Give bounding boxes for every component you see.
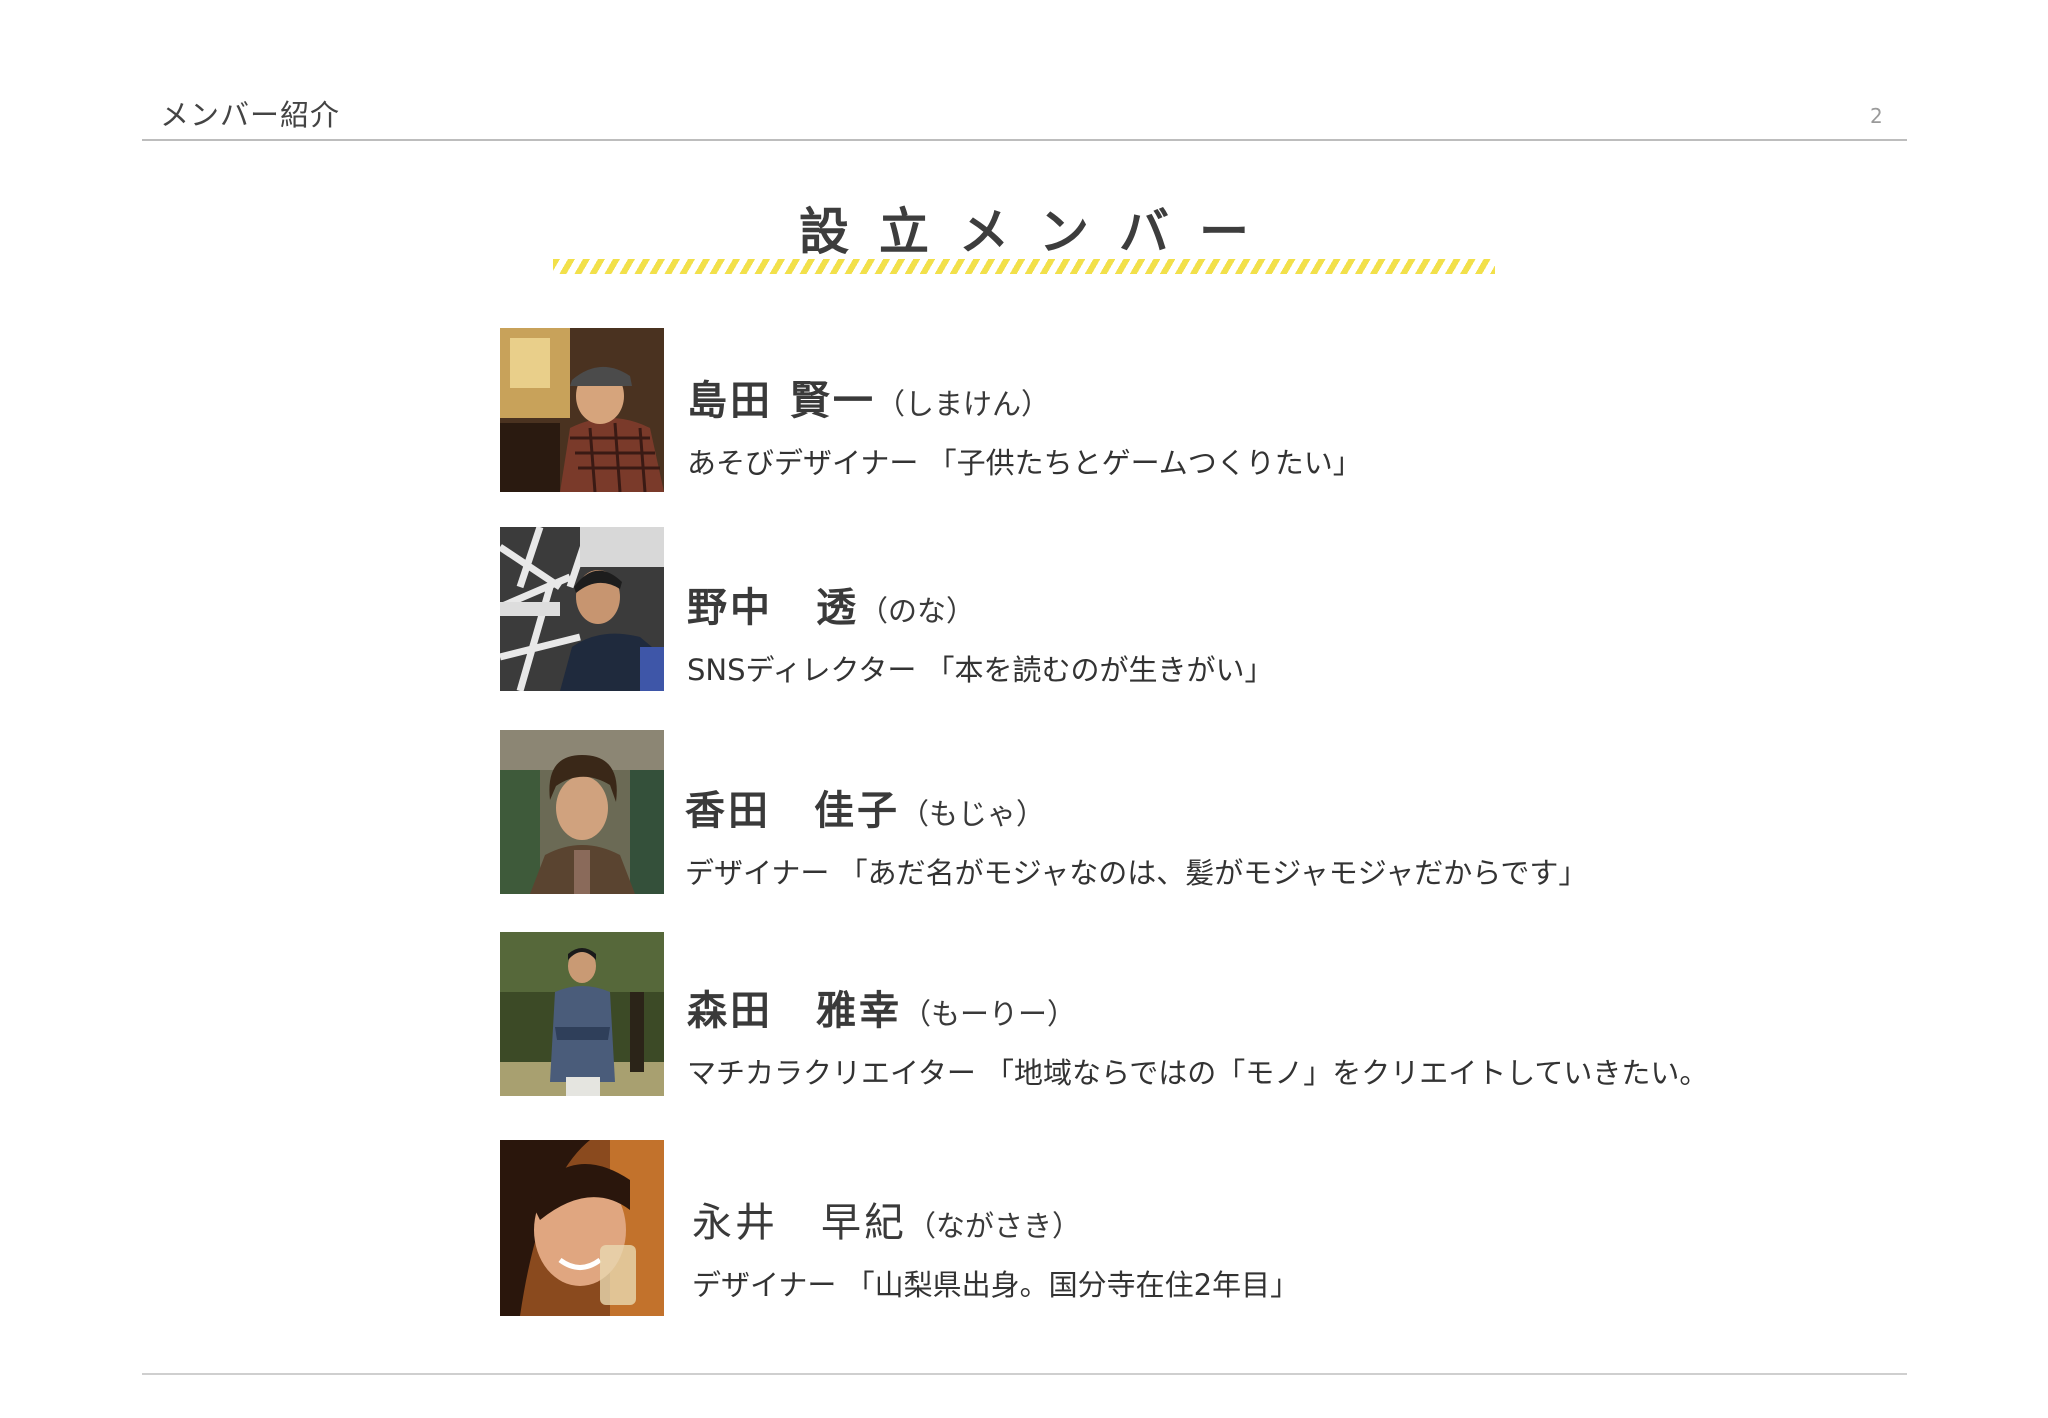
member-name-line: 野中 透（のな） [687, 575, 975, 633]
member-description: デザイナー 「山梨県出身。国分寺在住2年目」 [692, 1268, 1300, 1302]
member-name: 野中 透 [687, 585, 859, 631]
member-name: 島田 賢一 [687, 378, 876, 424]
header-title: メンバー紹介 [160, 98, 341, 132]
member-description: マチカラクリエイター 「地域ならではの「モノ」をクリエイトしていきたい。 [687, 1056, 1709, 1090]
member-kana: （もじゃ） [900, 797, 1046, 831]
member-name-line: 島田 賢一（しまけん） [687, 368, 1050, 426]
member-photo-koda [500, 730, 664, 894]
member-kana: （しまけん） [875, 387, 1050, 421]
member-description: あそびデザイナー 「子供たちとゲームつくりたい」 [687, 446, 1362, 480]
member-name: 森田 雅幸 [687, 988, 902, 1034]
member-name-line: 森田 雅幸（もーりー） [687, 978, 1076, 1036]
member-kana: （のな） [859, 594, 976, 628]
title-underline-stripe [553, 259, 1495, 274]
member-kana: （ながさき） [907, 1209, 1082, 1243]
header-divider [142, 139, 1907, 141]
member-kana: （もーりー） [902, 997, 1077, 1031]
footer-divider [142, 1373, 1907, 1375]
member-name-line: 香田 佳子（もじゃ） [685, 778, 1045, 836]
section-title: 設立メンバー [799, 203, 1279, 261]
member-photo-nagai [500, 1140, 664, 1316]
page-number: 2 [1870, 104, 1883, 128]
slide-page: メンバー紹介 2 設立メンバー 島田 賢一（しまけん） あそびデザイナー 「子供… [0, 0, 2048, 1418]
member-photo-nonaka [500, 527, 664, 691]
member-photo-morita [500, 932, 664, 1096]
member-photo-shimada [500, 328, 664, 492]
member-name: 永井 早紀 [692, 1200, 907, 1246]
member-description: デザイナー 「あだ名がモジャなのは、髪がモジャモジャだからです」 [685, 856, 1588, 890]
member-name: 香田 佳子 [685, 788, 900, 834]
member-description: SNSディレクター 「本を読むのが生きがい」 [687, 653, 1274, 687]
member-name-line: 永井 早紀（ながさき） [692, 1190, 1081, 1248]
